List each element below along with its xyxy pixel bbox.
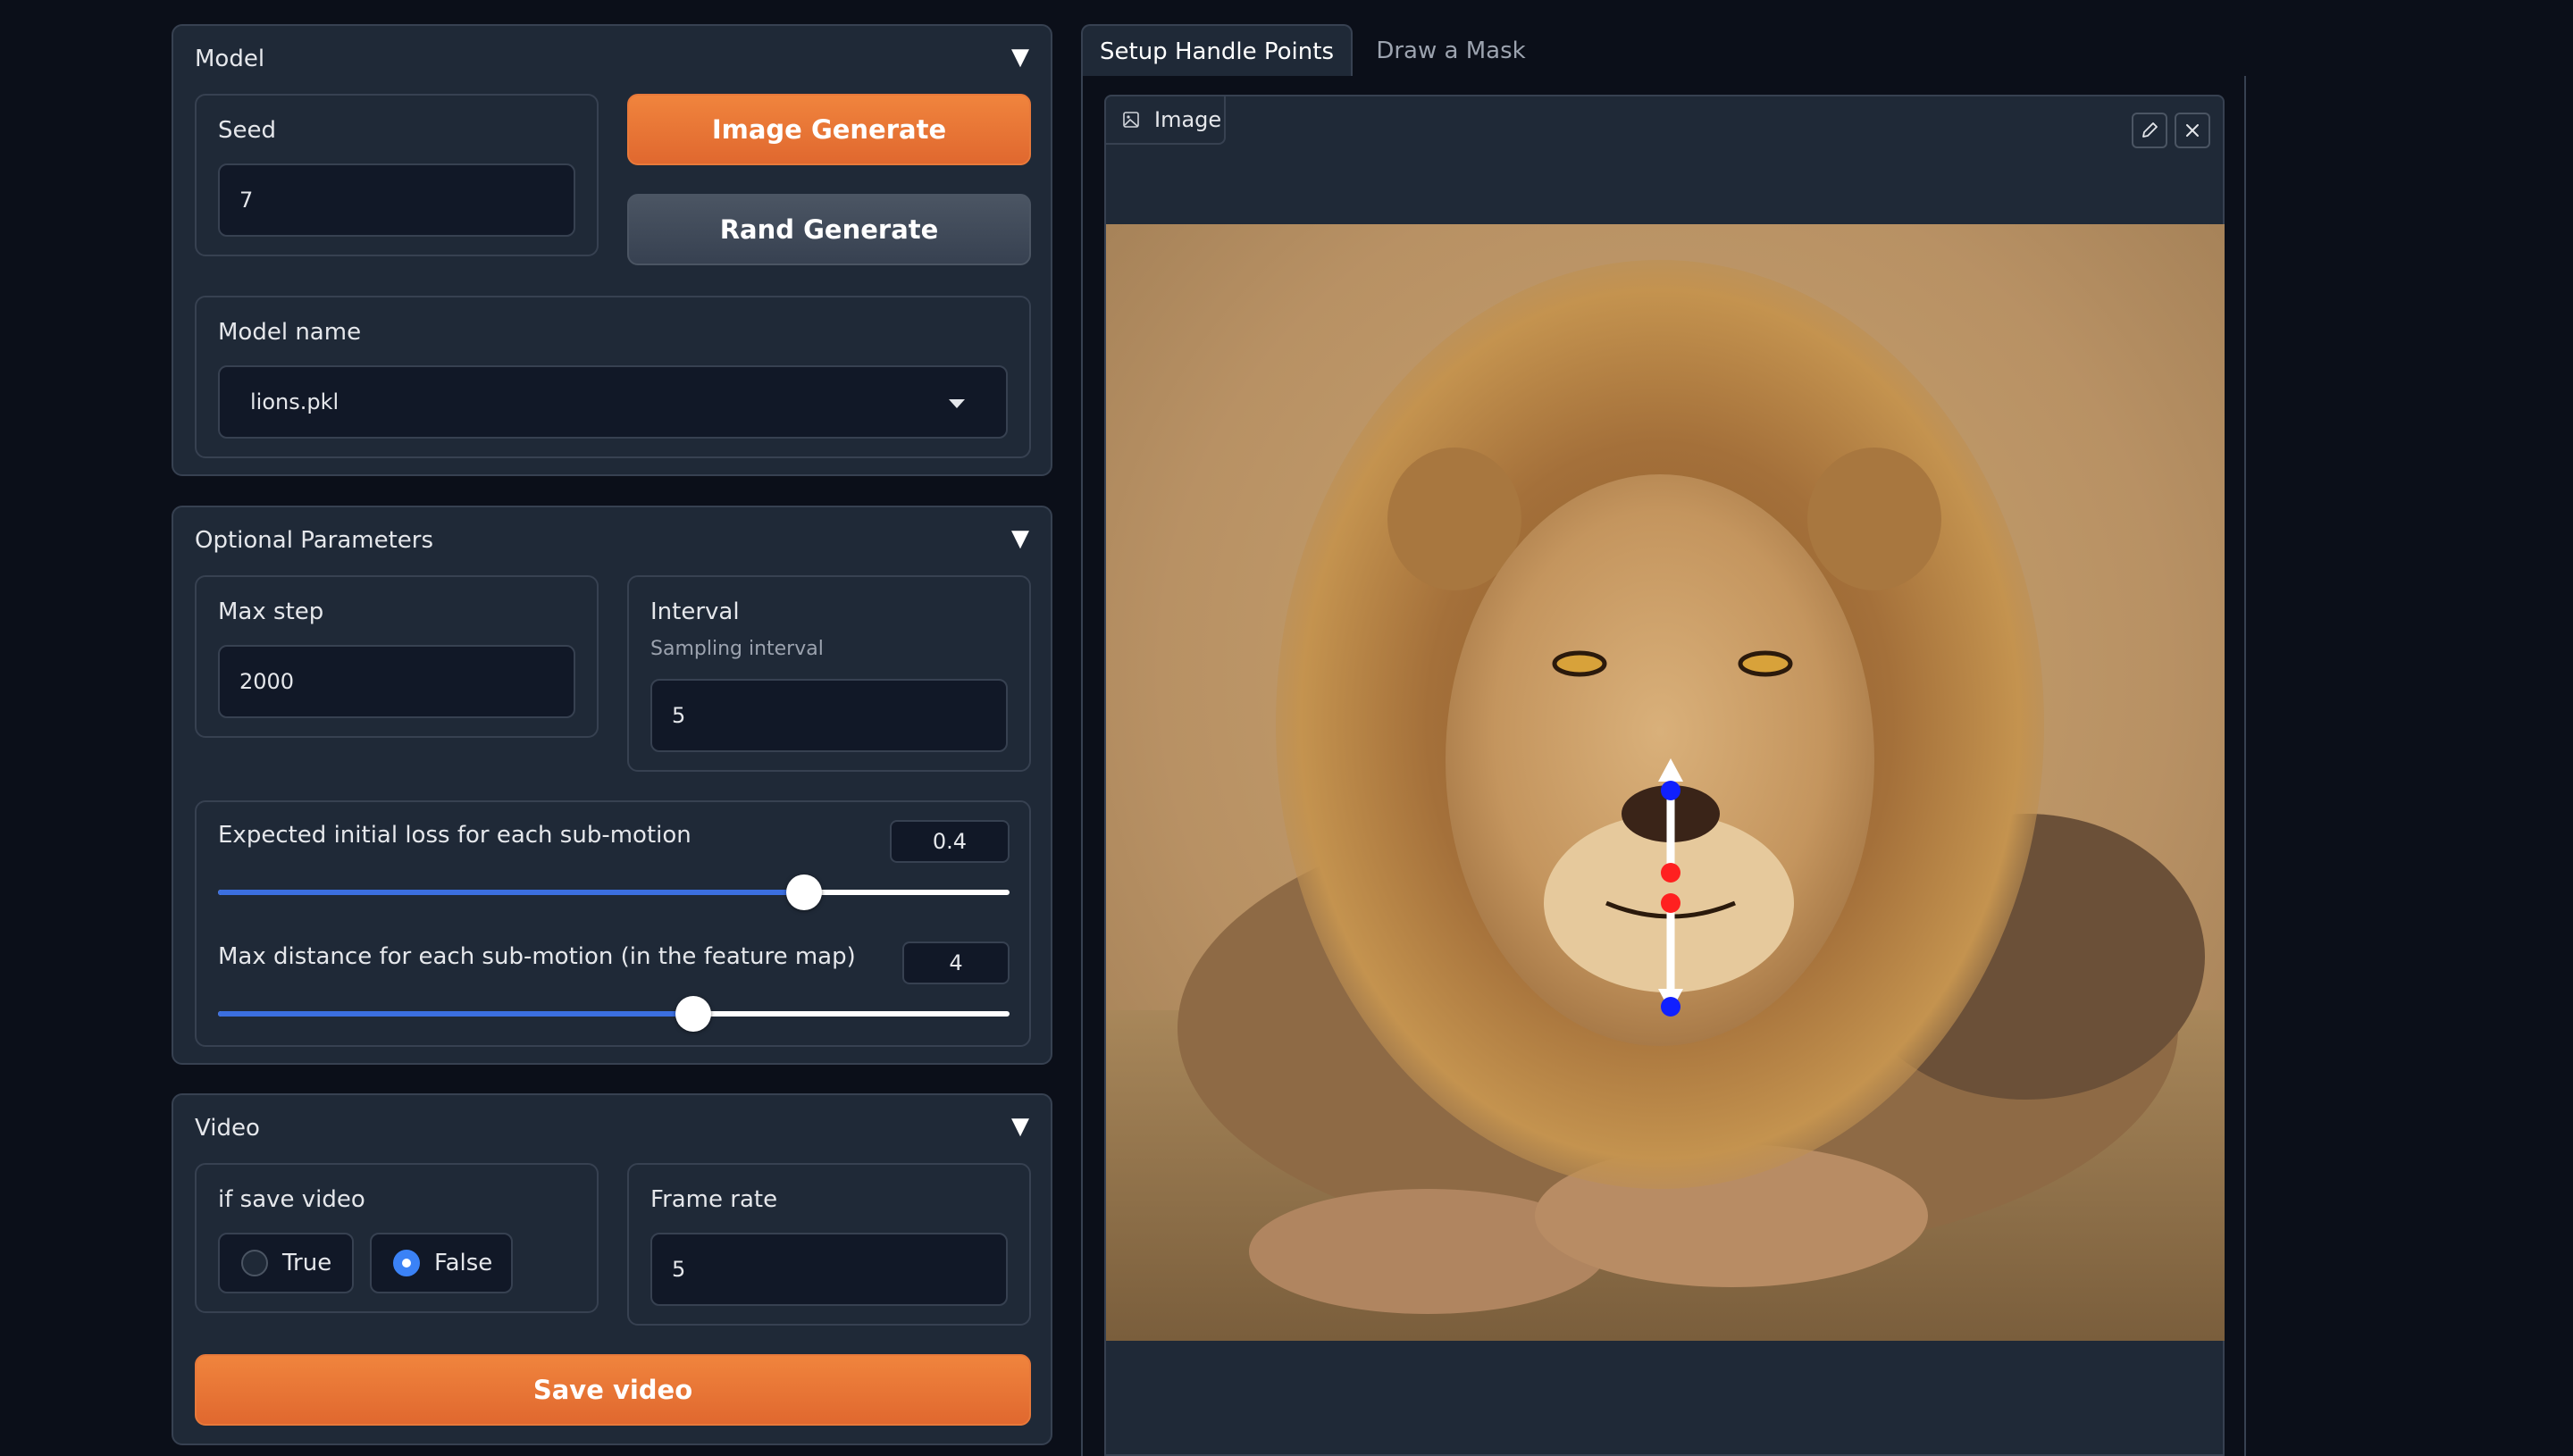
seed-label: Seed (218, 117, 276, 144)
lion-left-eye (1552, 650, 1607, 677)
distance-slider[interactable] (218, 996, 1010, 1032)
loss-number-input[interactable]: 0.4 (890, 820, 1010, 863)
interval-info: Sampling interval (650, 638, 824, 660)
max-step-block: Max step 2000 (195, 575, 599, 738)
interval-block: Interval Sampling interval 5 (627, 575, 1031, 772)
image-component: Image (1104, 95, 2225, 1456)
target-point-1[interactable] (1661, 781, 1680, 800)
image-generate-button[interactable]: Image Generate (627, 94, 1031, 165)
distance-label: Max distance for each sub-motion (in the… (218, 943, 856, 970)
save-video-button[interactable]: Save video (195, 1354, 1031, 1426)
seed-input[interactable]: 7 (218, 163, 575, 237)
rand-generate-button[interactable]: Rand Generate (627, 194, 1031, 265)
model-name-value: lions.pkl (250, 389, 339, 414)
chevron-down-icon[interactable]: ▼ (1011, 525, 1029, 552)
loss-label: Expected initial loss for each sub-motio… (218, 822, 691, 849)
loss-slider-fill (218, 890, 804, 895)
target-point-2[interactable] (1661, 997, 1680, 1017)
dropdown-caret-icon (949, 399, 965, 408)
frame-rate-label: Frame rate (650, 1186, 778, 1213)
close-button[interactable] (2175, 113, 2210, 148)
loss-slider[interactable] (218, 874, 1010, 910)
radio-false[interactable]: False (370, 1233, 513, 1293)
sliders-block: Expected initial loss for each sub-motio… (195, 800, 1031, 1047)
radio-true-label: True (282, 1250, 332, 1276)
frame-rate-input[interactable]: 5 (650, 1233, 1008, 1306)
image-label-badge: Image (1106, 96, 1226, 145)
loss-slider-thumb[interactable] (785, 874, 822, 910)
radio-true-circle[interactable] (241, 1250, 268, 1276)
distance-slider-fill (218, 1011, 693, 1017)
optional-parameters-panel: Optional Parameters ▼ Max step 2000 Inte… (172, 506, 1052, 1065)
max-step-label: Max step (218, 598, 324, 625)
model-name-label: Model name (218, 319, 362, 346)
model-panel-title: Model (195, 46, 265, 72)
radio-false-circle[interactable] (393, 1250, 420, 1276)
edit-icon (2142, 122, 2158, 138)
chevron-down-icon[interactable]: ▼ (1011, 44, 1029, 71)
optional-parameters-title: Optional Parameters (195, 527, 434, 554)
model-name-block: Model name lions.pkl (195, 296, 1031, 458)
close-icon (2186, 124, 2199, 137)
tab-draw-a-mask[interactable]: Draw a Mask (1353, 24, 1549, 78)
model-name-dropdown[interactable]: lions.pkl (218, 365, 1008, 439)
video-panel: Video ▼ if save video True False Frame r… (172, 1093, 1052, 1445)
lion-right-eye (1738, 650, 1793, 677)
image-label: Image (1154, 107, 1222, 132)
handle-point-2[interactable] (1661, 893, 1680, 913)
handle-point-1[interactable] (1661, 863, 1680, 883)
image-icon (1123, 112, 1139, 128)
frame-rate-block: Frame rate 5 (627, 1163, 1031, 1326)
distance-slider-thumb[interactable] (675, 996, 711, 1032)
lion-image-canvas[interactable] (1106, 224, 2225, 1341)
model-panel: Model ▼ Seed 7 Image Generate Rand Gener… (172, 24, 1052, 476)
lion-right-ear (1807, 448, 1941, 590)
video-panel-title: Video (195, 1115, 260, 1142)
interval-label: Interval (650, 598, 740, 625)
radio-false-label: False (434, 1250, 493, 1276)
seed-block: Seed 7 (195, 94, 599, 256)
edit-button[interactable] (2132, 113, 2167, 148)
tab-setup-handle-points[interactable]: Setup Handle Points (1081, 24, 1353, 78)
save-video-block: if save video True False (195, 1163, 599, 1313)
radio-true[interactable]: True (218, 1233, 354, 1293)
interval-input[interactable]: 5 (650, 679, 1008, 752)
chevron-down-icon[interactable]: ▼ (1011, 1113, 1029, 1140)
save-video-label: if save video (218, 1186, 365, 1213)
distance-number-input[interactable]: 4 (902, 941, 1010, 984)
max-step-input[interactable]: 2000 (218, 645, 575, 718)
